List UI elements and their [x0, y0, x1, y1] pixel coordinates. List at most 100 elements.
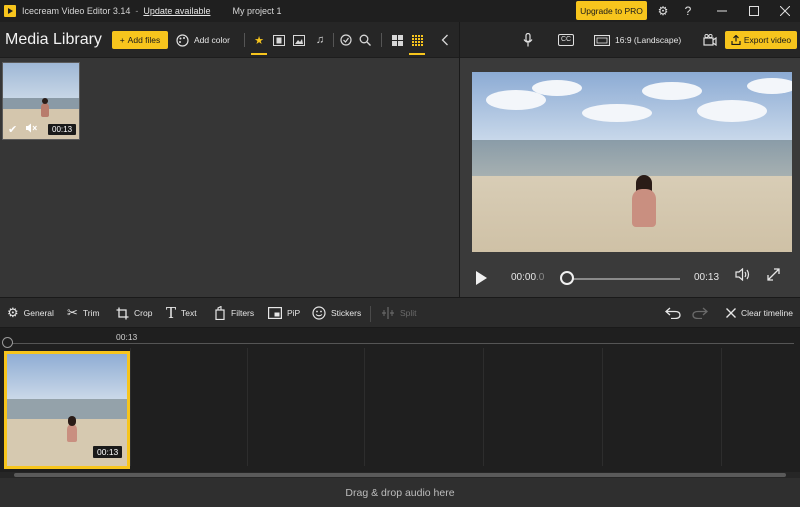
grid-large-icon[interactable]: [389, 31, 405, 49]
check-filter-icon[interactable]: [338, 31, 354, 49]
grid-line: [364, 348, 365, 466]
update-available-link[interactable]: Update available: [143, 6, 210, 16]
video-preview[interactable]: [472, 72, 792, 252]
gear-icon: ⚙: [7, 305, 19, 320]
close-icon[interactable]: [774, 0, 796, 22]
current-time: 00:00.0: [511, 272, 544, 283]
app-logo-icon: [4, 5, 16, 17]
minimize-icon[interactable]: [711, 0, 733, 22]
captions-icon[interactable]: CC: [557, 31, 575, 49]
end-time: 00:13: [694, 272, 720, 283]
help-icon[interactable]: ?: [680, 0, 696, 22]
gear-icon[interactable]: ⚙: [654, 0, 672, 22]
player-controls: 00:00.0 00:13: [460, 264, 800, 292]
add-files-label: Add files: [127, 35, 161, 45]
grid-small-icon[interactable]: [409, 31, 425, 55]
tool-text[interactable]: T Text: [166, 304, 197, 322]
clear-timeline-button[interactable]: Clear timeline: [726, 304, 793, 322]
tool-stickers-label: Stickers: [331, 308, 362, 318]
current-time-fraction: .0: [536, 272, 545, 283]
tool-filters[interactable]: Filters: [215, 304, 254, 322]
clip-duration: 00:13: [93, 446, 123, 458]
export-video-button[interactable]: Export video: [725, 31, 797, 49]
media-library-header: Media Library + Add files Add color ★ ♫: [0, 22, 459, 58]
close-icon: [726, 308, 736, 318]
tool-general[interactable]: ⚙ General: [7, 304, 54, 322]
tool-split[interactable]: Split: [381, 304, 417, 322]
preview-panel: 00:00.0 00:13: [459, 58, 800, 297]
pip-icon: [268, 307, 282, 319]
mute-icon[interactable]: [25, 123, 37, 136]
audio-drop-zone[interactable]: Drag & drop audio here: [0, 478, 800, 507]
music-icon[interactable]: ♫: [312, 31, 328, 49]
current-time-main: 00:00: [511, 272, 537, 283]
tool-crop-label: Crop: [134, 308, 153, 318]
text-icon: T: [166, 304, 177, 322]
tool-crop[interactable]: Crop: [116, 304, 152, 322]
title-separator: -: [135, 6, 139, 16]
maximize-icon[interactable]: [743, 0, 765, 22]
scissors-icon: ✂: [67, 305, 78, 320]
collapse-icon[interactable]: [437, 31, 453, 49]
undo-icon: [665, 307, 681, 319]
grid-line: [602, 348, 603, 466]
tool-trim[interactable]: ✂ Trim: [67, 304, 100, 322]
grid-line: [130, 348, 131, 466]
star-icon[interactable]: ★: [251, 31, 267, 55]
grid-line: [483, 348, 484, 466]
audio-drop-label: Drag & drop audio here: [345, 486, 455, 499]
tool-pip[interactable]: PiP: [268, 304, 300, 322]
timeline-ruler[interactable]: [8, 343, 794, 344]
plus-icon: +: [119, 35, 125, 45]
export-icon: [731, 35, 741, 45]
header-divider: [244, 33, 245, 47]
toolbar-divider: [370, 306, 371, 322]
add-color-button[interactable]: Add color: [176, 31, 230, 49]
image-icon[interactable]: [291, 31, 307, 49]
clear-timeline-label: Clear timeline: [741, 308, 793, 318]
undo-button[interactable]: [665, 304, 681, 322]
checkmark-icon: ✔: [8, 124, 18, 136]
add-color-label: Add color: [194, 35, 230, 45]
timeline[interactable]: 00:13 00:13: [0, 328, 800, 478]
volume-icon[interactable]: [735, 267, 750, 284]
fullscreen-icon[interactable]: [767, 268, 780, 284]
playhead-handle[interactable]: [2, 337, 13, 348]
aspect-ratio-button[interactable]: 16:9 (Landscape): [594, 31, 681, 49]
export-video-label: Export video: [743, 35, 792, 45]
redo-icon: [692, 307, 708, 319]
timeline-scrollbar-thumb[interactable]: [14, 473, 786, 477]
captions-label: CC: [557, 34, 575, 46]
search-icon[interactable]: [357, 31, 373, 49]
tool-split-label: Split: [400, 308, 417, 318]
camera-icon[interactable]: [701, 31, 719, 49]
preview-header: CC 16:9 (Landscape) Export video: [459, 22, 800, 58]
add-files-button[interactable]: + Add files: [112, 31, 168, 49]
media-library-panel: ✔ 00:13: [0, 58, 459, 297]
split-icon: [382, 307, 394, 319]
play-icon[interactable]: [476, 271, 487, 285]
timeline-clip[interactable]: 00:13: [4, 351, 130, 469]
tool-text-label: Text: [181, 308, 197, 318]
project-name: My project 1: [232, 6, 282, 16]
tool-filters-label: Filters: [231, 308, 255, 318]
microphone-icon[interactable]: [520, 31, 536, 49]
redo-button[interactable]: [692, 304, 708, 322]
grid-line: [721, 348, 722, 466]
film-icon[interactable]: [271, 31, 287, 49]
seek-bar[interactable]: [568, 278, 680, 280]
header-divider: [381, 33, 382, 47]
upgrade-to-pro-button[interactable]: Upgrade to PRO: [576, 1, 647, 20]
tool-stickers[interactable]: Stickers: [312, 304, 361, 322]
header-divider: [333, 33, 334, 47]
editing-toolbar: ⚙ General ✂ Trim Crop T Text Filters PiP…: [0, 297, 800, 328]
seek-handle[interactable]: [560, 271, 574, 285]
tool-pip-label: PiP: [287, 308, 301, 318]
tool-trim-label: Trim: [82, 308, 100, 318]
crop-icon: [116, 307, 129, 319]
aspect-ratio-label: 16:9 (Landscape): [615, 35, 682, 45]
ruler-time-label: 00:13: [116, 332, 138, 342]
media-item[interactable]: ✔ 00:13: [2, 62, 80, 140]
filters-icon: [215, 306, 225, 320]
media-item-duration: 00:13: [48, 124, 77, 135]
